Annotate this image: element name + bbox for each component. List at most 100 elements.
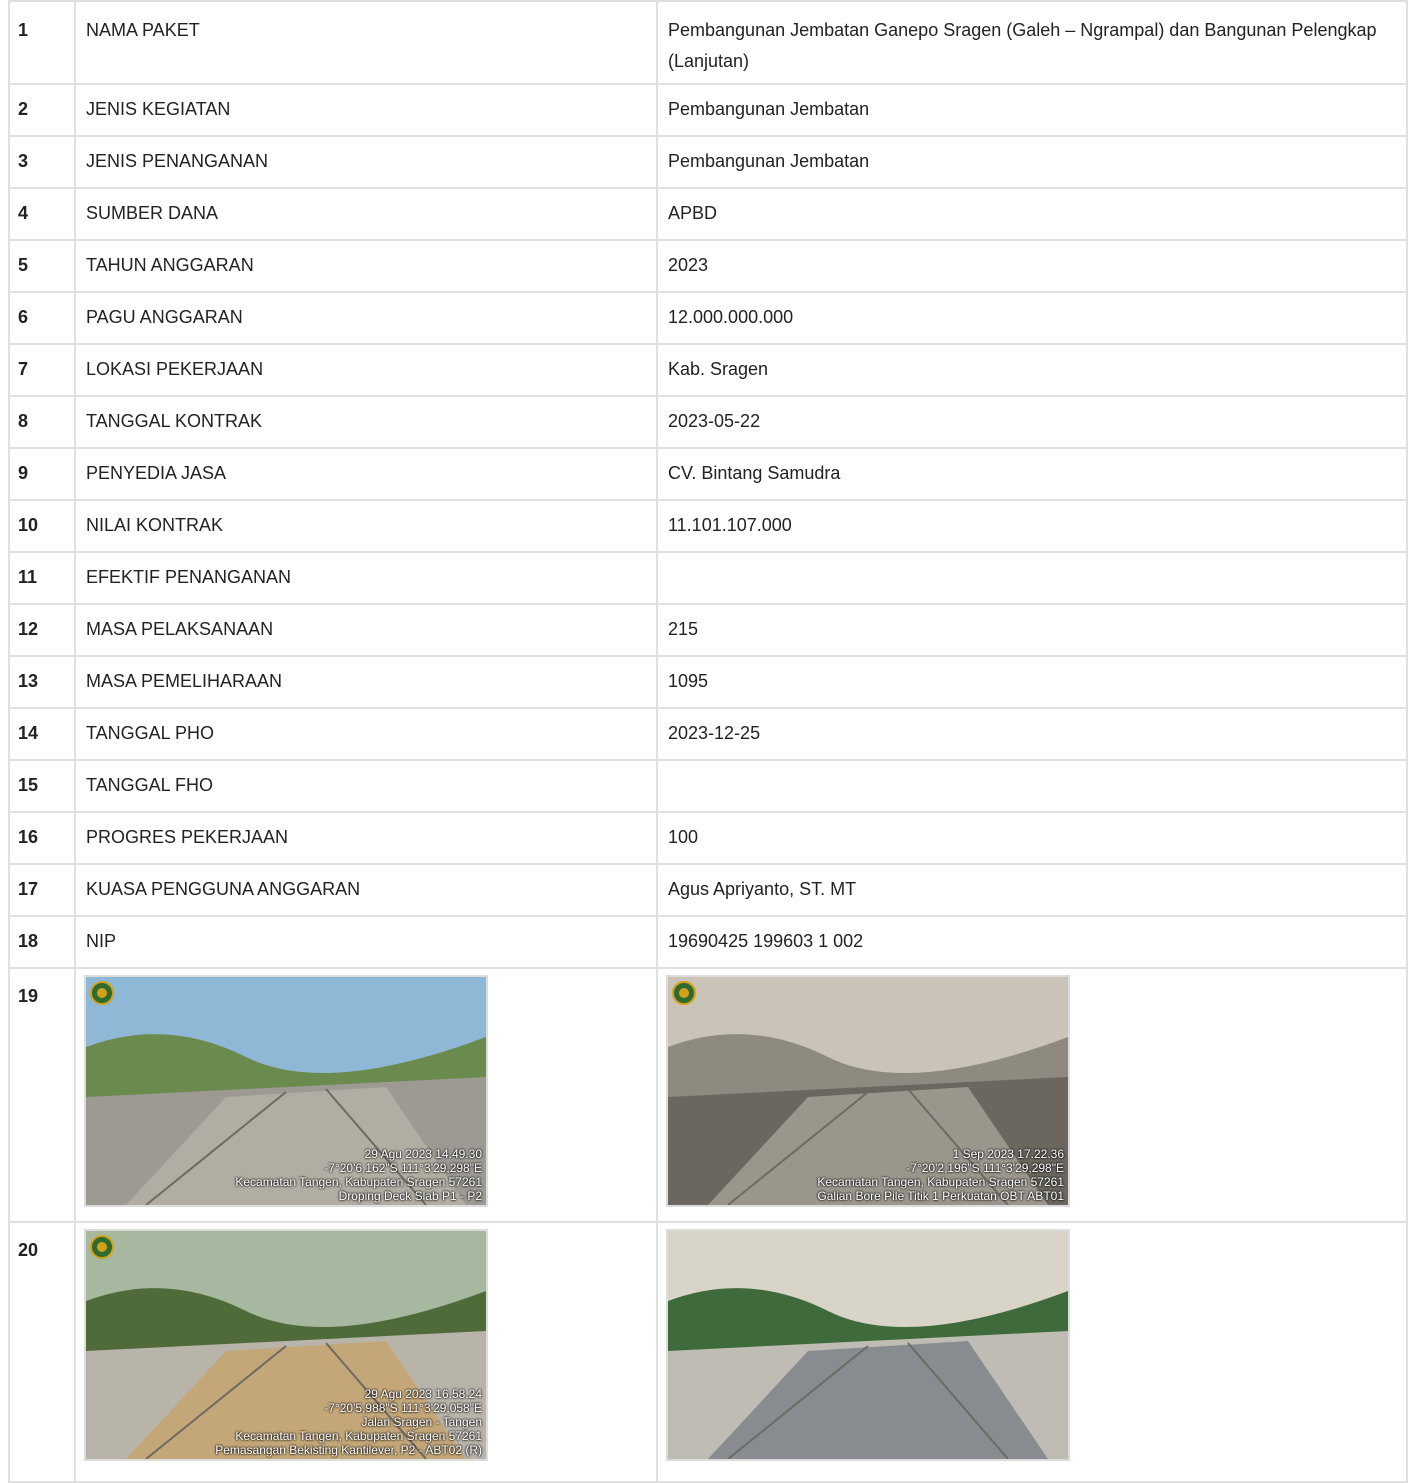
row-number-cell: 3 xyxy=(8,135,76,189)
stamp-line: -7°20'2,196"S 111°3'29,298"E xyxy=(906,1161,1064,1175)
row-number: 14 xyxy=(18,723,39,743)
field-label: TANGGAL KONTRAK xyxy=(86,411,263,431)
field-value: CV. Bintang Samudra xyxy=(668,463,841,483)
emblem-icon xyxy=(90,981,114,1005)
field-label-cell: NILAI KONTRAK xyxy=(74,499,658,553)
field-label-cell: NAMA PAKET xyxy=(74,0,658,85)
field-label: MASA PELAKSANAAN xyxy=(86,619,274,639)
stamp-line: Kecamatan Tangen, Kabupaten Sragen 57261 xyxy=(235,1429,482,1443)
field-value-cell: Pembangunan Jembatan Ganepo Sragen (Gale… xyxy=(656,0,1408,85)
row-number: 19 xyxy=(18,986,39,1006)
row-number: 11 xyxy=(18,567,38,587)
row-number: 16 xyxy=(18,827,39,847)
row-number: 20 xyxy=(18,1240,39,1260)
field-label-cell: MASA PEMELIHARAAN xyxy=(74,655,658,709)
field-label: EFEKTIF PENANGANAN xyxy=(86,567,292,587)
field-label: LOKASI PEKERJAAN xyxy=(86,359,264,379)
field-label-cell: TANGGAL KONTRAK xyxy=(74,395,658,449)
row-number-cell: 14 xyxy=(8,707,76,761)
row-number: 5 xyxy=(18,255,29,275)
row-number-cell: 15 xyxy=(8,759,76,813)
field-label: KUASA PENGGUNA ANGGARAN xyxy=(86,879,361,899)
row-number-cell: 2 xyxy=(8,83,76,137)
field-label-cell: PAGU ANGGARAN xyxy=(74,291,658,345)
row-number: 1 xyxy=(18,20,29,40)
stamp-line: Pemasangan Bekisting Kantilever, P2 - AB… xyxy=(215,1443,482,1457)
field-value: Pembangunan Jembatan xyxy=(668,151,870,171)
stamp-line: -7°20'5,988"S 111°3'29,058"E xyxy=(324,1401,482,1415)
row-number-cell: 6 xyxy=(8,291,76,345)
field-value: 2023-12-25 xyxy=(668,723,761,743)
field-value xyxy=(658,553,1406,562)
field-value-cell: 100 xyxy=(656,811,1408,865)
field-value-cell: Agus Apriyanto, ST. MT xyxy=(656,863,1408,917)
table-row: 15 TANGGAL FHO xyxy=(8,759,1408,813)
field-value-cell: 2023-12-25 xyxy=(656,707,1408,761)
field-label-cell: TANGGAL PHO xyxy=(74,707,658,761)
documentation-photo[interactable]: 29 Agu 2023 16.58.24 -7°20'5,988"S 111°3'… xyxy=(86,1231,486,1459)
field-value-cell: 2023-05-22 xyxy=(656,395,1408,449)
row-number-cell: 20 xyxy=(8,1221,76,1483)
row-number: 10 xyxy=(18,515,39,535)
field-label-cell: KUASA PENGGUNA ANGGARAN xyxy=(74,863,658,917)
row-number-cell: 17 xyxy=(8,863,76,917)
field-label-cell: TAHUN ANGGARAN xyxy=(74,239,658,293)
row-number: 3 xyxy=(18,151,29,171)
table-row: 7 LOKASI PEKERJAAN Kab. Sragen xyxy=(8,343,1408,397)
field-value-cell xyxy=(656,551,1408,605)
field-value-cell: 12.000.000.000 xyxy=(656,291,1408,345)
field-value-cell xyxy=(656,759,1408,813)
documentation-photo[interactable]: 1 Sep 2023 17.22.36 -7°20'2,196"S 111°3'2… xyxy=(668,977,1068,1205)
site-photo xyxy=(668,1231,1068,1459)
stamp-line: 29 Agu 2023 16.58.24 xyxy=(364,1387,482,1401)
photo-timestamp: 29 Agu 2023 14.49.30 -7°20'6,162"S 111°3'… xyxy=(235,1147,482,1203)
photo-cell xyxy=(656,1221,1408,1483)
field-label-cell: MASA PELAKSANAAN xyxy=(74,603,658,657)
field-value: 2023 xyxy=(668,255,709,275)
field-label: PROGRES PEKERJAAN xyxy=(86,827,289,847)
field-value-cell: 1095 xyxy=(656,655,1408,709)
table-row: 11 EFEKTIF PENANGANAN xyxy=(8,551,1408,605)
field-label: TAHUN ANGGARAN xyxy=(86,255,254,275)
field-value: Kab. Sragen xyxy=(668,359,769,379)
photo-timestamp: 1 Sep 2023 17.22.36 -7°20'2,196"S 111°3'2… xyxy=(817,1147,1064,1203)
documentation-photo[interactable]: 29 Agu 2023 14.49.30 -7°20'6,162"S 111°3'… xyxy=(86,977,486,1205)
row-number: 12 xyxy=(18,619,39,639)
row-number: 9 xyxy=(18,463,29,483)
row-number-cell: 7 xyxy=(8,343,76,397)
field-label: TANGGAL PHO xyxy=(86,723,215,743)
row-number-cell: 5 xyxy=(8,239,76,293)
field-value: 100 xyxy=(668,827,699,847)
field-label-cell: LOKASI PEKERJAAN xyxy=(74,343,658,397)
field-value: APBD xyxy=(668,203,718,223)
field-value-cell: 11.101.107.000 xyxy=(656,499,1408,553)
photo-cell: 29 Agu 2023 14.49.30 -7°20'6,162"S 111°3'… xyxy=(74,967,658,1223)
stamp-line: Kecamatan Tangen, Kabupaten Sragen 57261 xyxy=(235,1175,482,1189)
photo-row: 19 29 Agu 2023 14.49.30 -7°20'6,162"S 111°… xyxy=(8,967,1408,1223)
row-number-cell: 8 xyxy=(8,395,76,449)
field-label-cell: PROGRES PEKERJAAN xyxy=(74,811,658,865)
row-number-cell: 18 xyxy=(8,915,76,969)
table-row: 8 TANGGAL KONTRAK 2023-05-22 xyxy=(8,395,1408,449)
photo-row: 20 29 Agu 2023 16.58.24 -7°20'5,988"S 111°… xyxy=(8,1221,1408,1483)
field-value: 215 xyxy=(668,619,699,639)
photo-timestamp: 29 Agu 2023 16.58.24 -7°20'5,988"S 111°3'… xyxy=(215,1387,482,1457)
field-value-cell: Kab. Sragen xyxy=(656,343,1408,397)
row-number-cell: 12 xyxy=(8,603,76,657)
field-value-cell: 215 xyxy=(656,603,1408,657)
table-body: 1 NAMA PAKET Pembangunan Jembatan Ganepo… xyxy=(8,0,1408,1483)
row-number-cell: 10 xyxy=(8,499,76,553)
field-value: Pembangunan Jembatan Ganepo Sragen (Gale… xyxy=(668,20,1377,71)
field-label: JENIS KEGIATAN xyxy=(86,99,231,119)
field-label: NAMA PAKET xyxy=(86,20,200,40)
field-value-cell: 19690425 199603 1 002 xyxy=(656,915,1408,969)
field-label-cell: SUMBER DANA xyxy=(74,187,658,241)
table-row: 2 JENIS KEGIATAN Pembangunan Jembatan xyxy=(8,83,1408,137)
row-number: 4 xyxy=(18,203,29,223)
field-value-cell: APBD xyxy=(656,187,1408,241)
field-label: SUMBER DANA xyxy=(86,203,219,223)
field-label: PAGU ANGGARAN xyxy=(86,307,243,327)
field-label-cell: EFEKTIF PENANGANAN xyxy=(74,551,658,605)
documentation-photo[interactable] xyxy=(668,1231,1068,1459)
field-value-cell: 2023 xyxy=(656,239,1408,293)
